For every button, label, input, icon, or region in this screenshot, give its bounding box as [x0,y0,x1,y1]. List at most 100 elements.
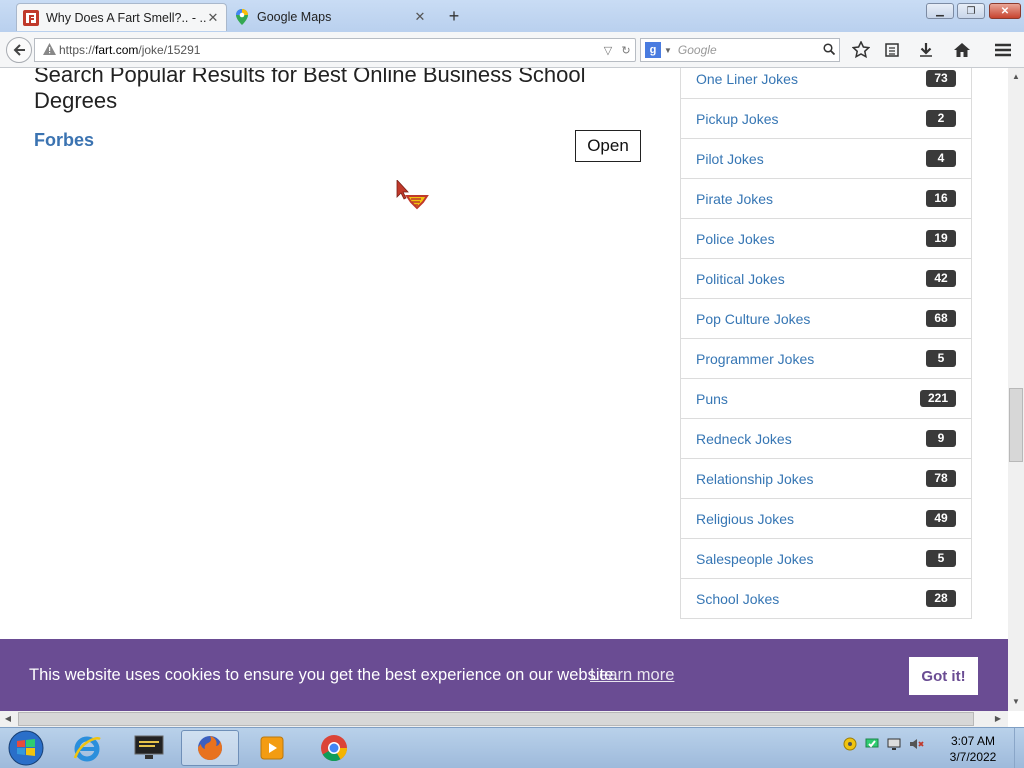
category-row[interactable]: Pop Culture Jokes 68 [680,299,972,339]
reading-list-icon[interactable] [882,40,902,60]
category-link[interactable]: Salespeople Jokes [696,551,814,567]
back-button[interactable] [6,37,32,63]
minimize-button[interactable]: ▁ [926,3,954,19]
category-row[interactable]: School Jokes 28 [680,579,972,619]
chevron-down-icon[interactable]: ▼ [664,46,672,55]
category-count-badge: 16 [926,190,956,207]
category-count-badge: 42 [926,270,956,287]
category-row[interactable]: Relationship Jokes 78 [680,459,972,499]
scroll-right-arrow-icon[interactable]: ▶ [990,711,1006,727]
category-row[interactable]: Pirate Jokes 16 [680,179,972,219]
media-center-icon[interactable] [120,730,178,766]
category-link[interactable]: Pickup Jokes [696,111,778,127]
scroll-up-arrow-icon[interactable]: ▲ [1008,70,1024,84]
search-icon[interactable] [819,42,839,58]
vertical-scrollbar[interactable]: ▲ ▼ [1008,68,1024,711]
show-desktop-button[interactable] [1014,728,1024,768]
category-row[interactable]: Redneck Jokes 9 [680,419,972,459]
category-row[interactable]: Religious Jokes 49 [680,499,972,539]
category-link[interactable]: Political Jokes [696,271,785,287]
tab-google-maps[interactable]: Google Maps ✕ [228,3,433,31]
category-link[interactable]: Puns [696,391,728,407]
category-row[interactable]: Pickup Jokes 2 [680,99,972,139]
fart-favicon-icon [23,9,39,26]
category-count-badge: 221 [919,390,956,407]
category-link[interactable]: School Jokes [696,591,779,607]
display-icon[interactable] [886,736,902,752]
category-link[interactable]: Religious Jokes [696,511,794,527]
category-count-badge: 49 [926,510,956,527]
new-tab-button[interactable]: + [444,5,464,27]
bookmark-star-icon[interactable] [851,40,871,60]
close-tab-icon[interactable]: ✕ [413,9,427,25]
category-link[interactable]: Relationship Jokes [696,471,814,487]
category-row[interactable]: One Liner Jokes 73 [680,68,972,99]
maps-pin-icon [234,9,250,25]
maximize-button[interactable]: ❐ [957,3,985,19]
close-tab-icon[interactable]: ✕ [206,10,220,26]
category-count-badge: 78 [926,470,956,487]
system-tray [842,736,924,752]
tab-title: Google Maps [257,10,332,24]
ad-source-link[interactable]: Forbes [34,130,94,151]
horizontal-scroll-thumb[interactable] [18,712,974,726]
menu-hamburger-icon[interactable] [993,40,1013,60]
ad-open-button[interactable]: Open [575,130,641,162]
clock-date: 3/7/2022 [949,750,997,764]
category-row[interactable]: Police Jokes 19 [680,219,972,259]
category-link[interactable]: Pirate Jokes [696,191,773,207]
google-search-engine-icon[interactable]: g [645,42,661,58]
cookie-consent-banner: This website uses cookies to ensure you … [0,639,1008,711]
category-link[interactable]: Programmer Jokes [696,351,814,367]
category-count-badge: 28 [926,590,956,607]
home-icon[interactable] [952,40,972,60]
windows-logo-icon [8,730,44,766]
category-link[interactable]: Redneck Jokes [696,431,792,447]
url-host: fart.com [95,43,139,57]
close-window-button[interactable]: ✕ [989,3,1021,19]
learn-more-link[interactable]: Learn more [590,666,674,685]
category-row[interactable]: Programmer Jokes 5 [680,339,972,379]
search-input[interactable]: Google [678,43,819,57]
firefox-taskbar-button[interactable] [181,730,239,766]
reload-icon[interactable]: ↻ [617,44,635,57]
dropdown-arrow-icon[interactable]: ▽ [599,44,617,57]
warning-triangle-icon[interactable] [39,42,59,58]
accept-cookies-button[interactable]: Got it! [909,657,978,695]
chrome-icon[interactable] [305,730,363,766]
video-player-icon[interactable] [243,730,301,766]
category-row[interactable]: Political Jokes 42 [680,259,972,299]
system-clock[interactable]: 3:07 AM 3/7/2022 [940,733,1006,765]
firefox-icon [198,736,222,760]
internet-explorer-icon[interactable] [58,730,116,766]
horizontal-scrollbar[interactable]: ◀ ▶ [0,711,1008,727]
start-button[interactable] [0,730,52,766]
scroll-left-arrow-icon[interactable]: ◀ [0,711,16,727]
category-link[interactable]: Police Jokes [696,231,775,247]
category-link[interactable]: Pop Culture Jokes [696,311,810,327]
action-center-icon[interactable] [864,736,880,752]
category-count-badge: 68 [926,310,956,327]
category-count-badge: 73 [926,70,956,87]
category-list: One Liner Jokes 73 Pickup Jokes 2 Pilot Joke… [680,68,972,619]
category-count-badge: 9 [926,430,956,447]
address-bar[interactable]: https://fart.com/joke/15291 ▽ ↻ [34,38,636,62]
category-link[interactable]: One Liner Jokes [696,71,798,87]
vertical-scroll-thumb[interactable] [1009,388,1023,462]
network-status-icon[interactable] [842,736,858,752]
category-count-badge: 5 [926,350,956,367]
search-bar[interactable]: g ▼ Google [640,38,840,62]
download-icon[interactable] [916,40,936,60]
tab-fart-joke[interactable]: Why Does A Fart Smell?.. - ... ✕ [16,3,227,31]
ad-headline[interactable]: Search Popular Results for Best Online B… [34,68,594,114]
url-text[interactable]: https://fart.com/joke/15291 [59,43,599,57]
scroll-down-arrow-icon[interactable]: ▼ [1008,695,1024,709]
category-row[interactable]: Salespeople Jokes 5 [680,539,972,579]
category-row[interactable]: Puns 221 [680,379,972,419]
category-count-badge: 4 [926,150,956,167]
windows-taskbar: 3:07 AM 3/7/2022 [0,727,1024,768]
category-row[interactable]: Pilot Jokes 4 [680,139,972,179]
category-link[interactable]: Pilot Jokes [696,151,764,167]
volume-muted-icon[interactable] [908,736,924,752]
clock-time: 3:07 AM [950,734,996,748]
